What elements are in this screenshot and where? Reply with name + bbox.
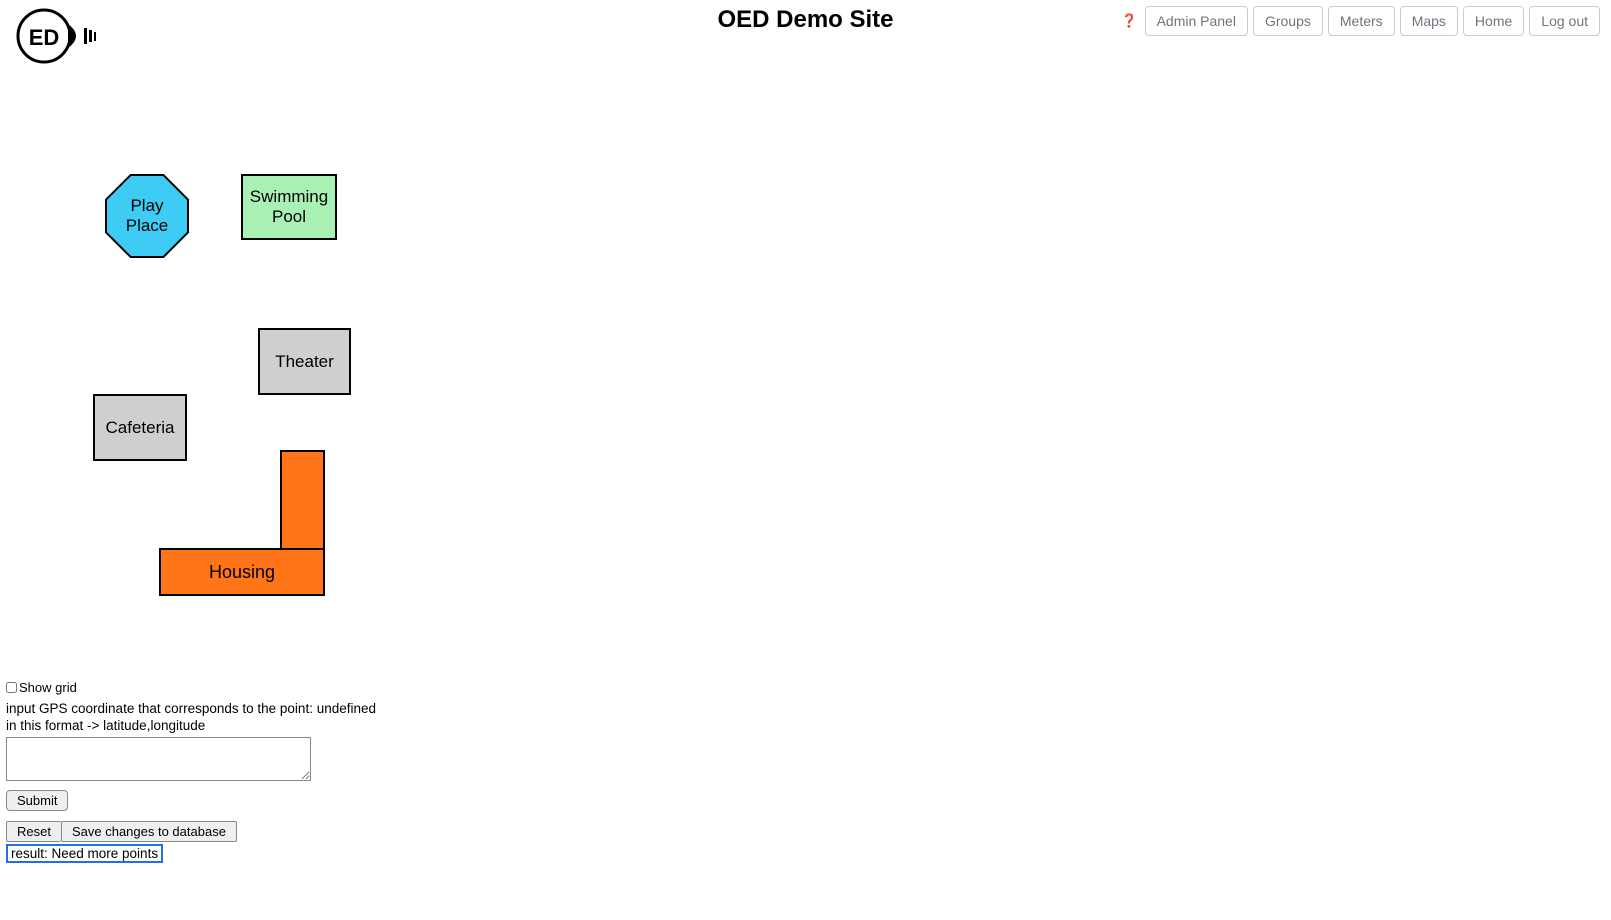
show-grid-label: Show grid: [19, 680, 77, 695]
svg-text:ED: ED: [29, 25, 60, 50]
building-housing-label: Housing: [209, 562, 275, 583]
building-cafeteria: Cafeteria: [93, 394, 187, 461]
nav-bar: ❓ Admin Panel Groups Meters Maps Home Lo…: [1121, 6, 1600, 36]
admin-panel-button[interactable]: Admin Panel: [1145, 6, 1248, 36]
instruction-line-2: in this format -> latitude,longitude: [6, 718, 1611, 733]
gps-coordinate-input[interactable]: [6, 737, 311, 781]
page-title: OED Demo Site: [717, 6, 893, 34]
groups-button[interactable]: Groups: [1253, 6, 1323, 36]
help-icon[interactable]: ❓: [1121, 13, 1137, 29]
building-play-place: Play Place: [105, 174, 189, 258]
show-grid-checkbox[interactable]: [6, 682, 17, 693]
maps-button[interactable]: Maps: [1400, 6, 1458, 36]
building-swimming-pool: Swimming Pool: [241, 174, 337, 240]
logo: ED: [16, 8, 98, 64]
building-theater: Theater: [258, 328, 351, 395]
building-cafeteria-label: Cafeteria: [106, 418, 175, 438]
building-housing-vertical: [280, 450, 325, 550]
controls-panel: Show grid input GPS coordinate that corr…: [6, 680, 1611, 863]
instruction-line-1: input GPS coordinate that corresponds to…: [6, 701, 1611, 716]
logout-button[interactable]: Log out: [1529, 6, 1600, 36]
header: ED OED Demo Site ❓ Admin Panel Groups Me…: [0, 0, 1611, 68]
reset-button[interactable]: Reset: [6, 821, 61, 842]
save-changes-button[interactable]: Save changes to database: [61, 821, 237, 842]
building-housing-horizontal: Housing: [159, 548, 325, 596]
map-canvas[interactable]: Play Place Swimming Pool Theater Cafeter…: [4, 108, 454, 668]
submit-button[interactable]: Submit: [6, 790, 68, 811]
building-swimming-pool-label: Swimming Pool: [250, 187, 328, 227]
oed-logo-icon: ED: [16, 8, 98, 64]
meters-button[interactable]: Meters: [1328, 6, 1395, 36]
building-theater-label: Theater: [275, 352, 334, 372]
result-status: result: Need more points: [6, 844, 163, 863]
home-button[interactable]: Home: [1463, 6, 1524, 36]
building-play-place-label: Play Place: [107, 176, 187, 256]
